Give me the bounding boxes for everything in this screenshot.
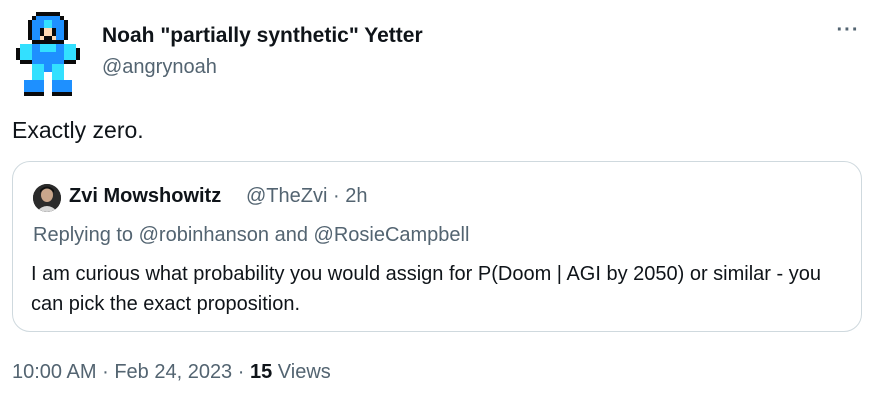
- quoted-tweet[interactable]: Zvi Mowshowitz @TheZvi · 2h Replying to …: [12, 161, 862, 332]
- mention-robinhanson[interactable]: @robinhanson: [139, 224, 269, 246]
- quoted-tweet-text: I am curious what probability you would …: [31, 263, 821, 315]
- mention-rosiecampbell[interactable]: @RosieCampbell: [314, 224, 470, 246]
- quoted-author-name[interactable]: Zvi Mowshowitz: [69, 185, 221, 208]
- author-avatar[interactable]: [12, 12, 84, 96]
- quoted-handle-time: @TheZvi · 2h: [246, 185, 367, 208]
- meta-separator-1: ·: [102, 361, 109, 383]
- tweet-time[interactable]: 10:00 AM: [12, 361, 97, 383]
- meta-separator-2: ·: [237, 361, 245, 383]
- tweet-text: Exactly zero.: [12, 117, 144, 143]
- person-portrait-icon: [33, 184, 61, 212]
- replying-prefix: Replying to: [33, 224, 134, 246]
- tweet-metadata: 10:00 AM · Feb 24, 2023 · 15 Views: [12, 361, 331, 384]
- quoted-separator: ·: [333, 185, 340, 207]
- quoted-time[interactable]: 2h: [345, 185, 367, 207]
- more-options-icon[interactable]: ···: [832, 20, 864, 44]
- replying-to-line: Replying to @robinhanson and @RosieCampb…: [33, 224, 469, 247]
- quoted-author-avatar[interactable]: [33, 184, 61, 212]
- replying-joiner: and: [274, 224, 308, 246]
- author-handle[interactable]: @angrynoah: [102, 56, 217, 79]
- quoted-author-handle[interactable]: @TheZvi: [246, 185, 327, 207]
- author-name[interactable]: Noah "partially synthetic" Yetter: [102, 24, 423, 48]
- tweet-date[interactable]: Feb 24, 2023: [114, 361, 232, 383]
- views-count: 15: [249, 361, 273, 383]
- tweet-card: Noah "partially synthetic" Yetter @angry…: [0, 0, 880, 403]
- views-label: Views: [277, 361, 331, 383]
- megaman-avatar-icon: [16, 12, 80, 96]
